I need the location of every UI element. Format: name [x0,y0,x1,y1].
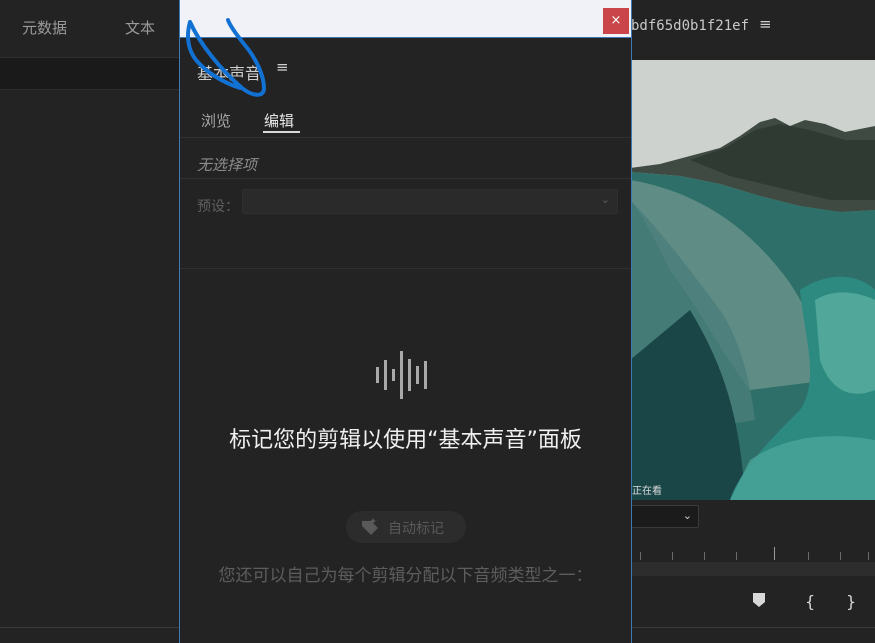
audio-type-hint: 您还可以自己为每个剪辑分配以下音频类型之一： [218,566,593,586]
ruler-tick [868,552,869,560]
tab-edit[interactable]: 编辑 [264,110,294,131]
divider [630,627,875,628]
left-tab-bar: 元数据 文本 [0,0,180,58]
timeline-scrollbar[interactable] [630,562,875,576]
ruler-tick [640,552,641,560]
ruler-tick [736,552,737,560]
active-tab-indicator [263,131,300,133]
left-toolbar-strip [0,58,180,90]
in-point-icon[interactable]: { [805,592,815,611]
auto-tag-label: 自动标记 [388,521,444,537]
divider [180,178,631,179]
hamburger-icon[interactable]: ≡ [759,15,772,33]
playhead-tick [774,547,775,560]
ruler-tick [704,552,705,560]
divider [180,137,631,138]
tag-icon [360,517,380,541]
close-button[interactable]: × [603,8,629,34]
video-caption: 正在看 [632,486,662,497]
marker-icon[interactable] [752,592,766,612]
chevron-down-icon: ⌄ [682,509,692,522]
ruler-tick [840,552,841,560]
chevron-down-icon: ⌄ [600,193,610,206]
annotation-scribble [186,18,267,97]
ruler-tick [672,552,673,560]
audio-waveform-icon [376,351,427,399]
tab-metadata[interactable]: 元数据 [22,17,67,38]
divider [0,627,180,628]
left-panel [0,0,180,643]
zoom-dropdown[interactable]: ⌄ [630,505,699,528]
out-point-icon[interactable]: } [846,592,856,611]
preset-select[interactable]: ⌄ [242,189,618,214]
preset-label: 预设： [197,199,239,215]
empty-band [180,227,631,269]
auto-tag-button[interactable]: 自动标记 [346,511,466,543]
panel-heading: 标记您的剪辑以使用“基本声音”面板 [229,428,582,453]
no-selection-label: 无选择项 [197,156,258,174]
tab-browse[interactable]: 浏览 [201,110,231,131]
video-preview [630,60,875,500]
timeline-ruler[interactable] [630,540,875,562]
sequence-title: bdf65d0b1f21ef [631,18,750,34]
ruler-tick [808,552,809,560]
tab-text[interactable]: 文本 [125,17,155,38]
